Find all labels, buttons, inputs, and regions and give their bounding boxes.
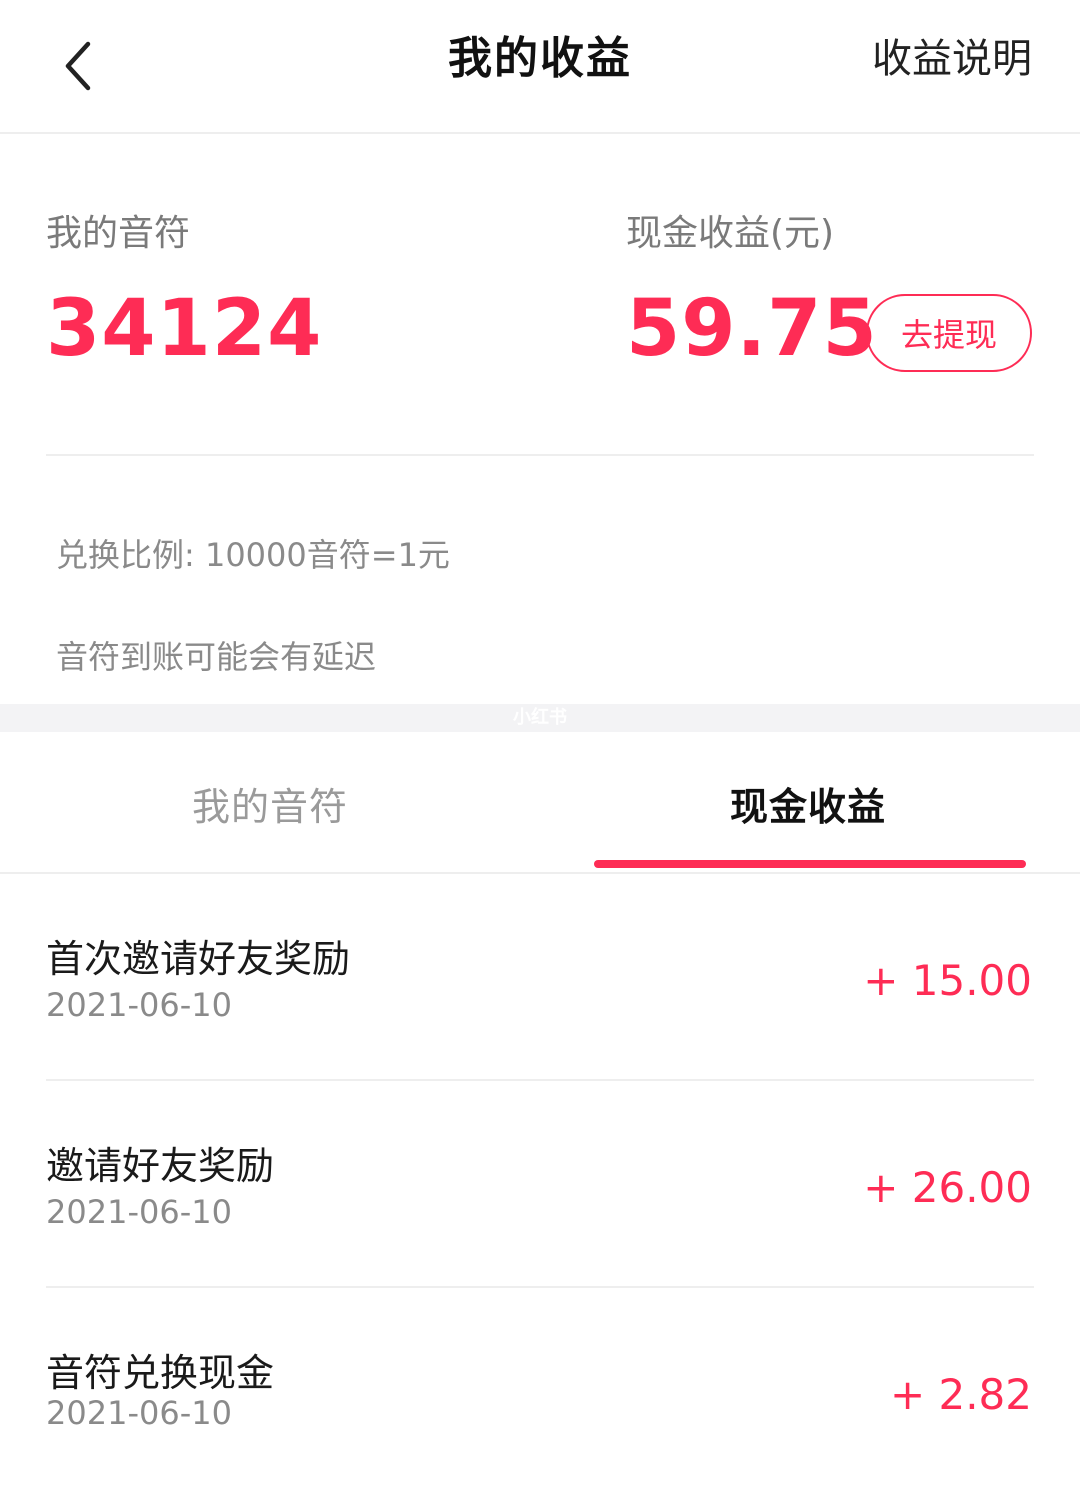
record-date: 2021-06-10 [46, 1394, 232, 1432]
record-date: 2021-06-10 [46, 986, 232, 1024]
section-gap: 小红书 [0, 704, 1080, 732]
record-title: 首次邀请好友奖励 [46, 937, 351, 981]
tab-my-notes[interactable]: 我的音符 [192, 776, 348, 831]
record-date: 2021-06-10 [46, 1193, 232, 1231]
earnings-record-list: 首次邀请好友奖励 2021-06-10 + 15.00 邀请好友奖励 2021-… [0, 874, 1080, 1495]
notes-value: 34124 [46, 284, 323, 374]
record-amount: + 15.00 [863, 956, 1032, 1005]
tab-bar: 我的音符 现金收益 [0, 732, 1080, 874]
list-item[interactable]: 音符兑换现金 2021-06-10 + 2.82 [0, 1288, 1080, 1495]
earnings-explanation-link[interactable]: 收益说明 [872, 26, 1032, 84]
active-tab-indicator [594, 860, 1026, 868]
cash-earnings-value: 59.75 [626, 284, 878, 374]
watermark: 小红书 [513, 707, 567, 728]
top-nav-bar: 我的收益 收益说明 [0, 0, 1080, 134]
divider [46, 454, 1034, 456]
record-title: 音符兑换现金 [46, 1351, 275, 1395]
record-title: 邀请好友奖励 [46, 1144, 275, 1188]
notes-label: 我的音符 [46, 213, 191, 254]
withdraw-button[interactable]: 去提现 [866, 294, 1032, 372]
record-amount: + 26.00 [863, 1163, 1032, 1212]
tab-cash-earnings[interactable]: 现金收益 [730, 776, 886, 831]
cash-earnings-label: 现金收益(元) [626, 213, 835, 254]
list-item[interactable]: 邀请好友奖励 2021-06-10 + 26.00 [0, 1081, 1080, 1288]
delay-note: 音符到账可能会有延迟 [56, 638, 377, 676]
list-item[interactable]: 首次邀请好友奖励 2021-06-10 + 15.00 [0, 874, 1080, 1081]
record-amount: + 2.82 [889, 1370, 1032, 1419]
earnings-summary: 我的音符 34124 现金收益(元) 59.75 去提现 兑换比例: 10000… [0, 134, 1080, 704]
exchange-rate-note: 兑换比例: 10000音符=1元 [56, 536, 450, 574]
